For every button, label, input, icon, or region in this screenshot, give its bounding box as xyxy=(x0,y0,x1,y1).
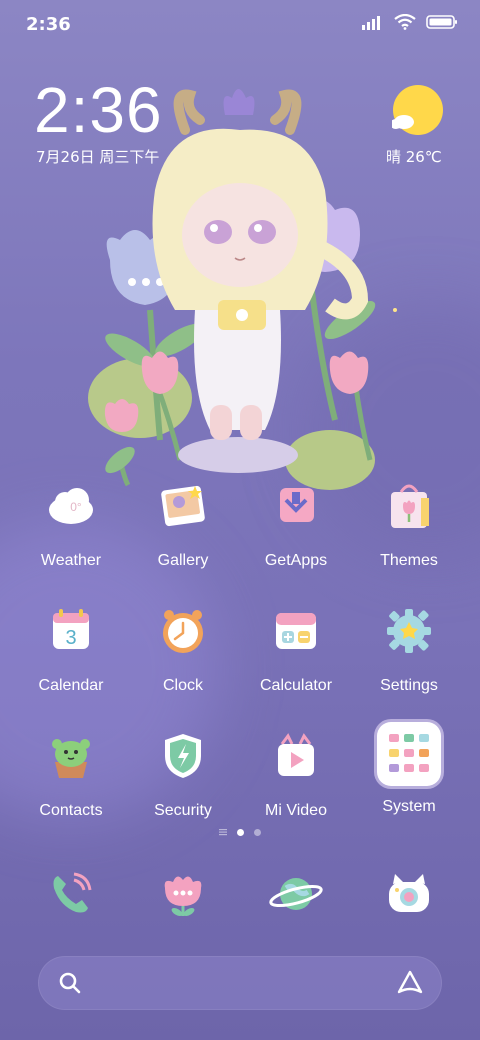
search-icon xyxy=(59,972,81,994)
calculator-icon xyxy=(268,603,324,659)
calendar-icon: 3 xyxy=(43,603,99,659)
wallpaper-figure xyxy=(88,89,397,490)
calendar-icon-text: 3 xyxy=(65,627,76,649)
assistant-icon[interactable] xyxy=(396,969,424,997)
wifi-icon xyxy=(394,14,416,30)
app-weather[interactable]: 0° Weather xyxy=(15,478,127,570)
app-gallery[interactable]: Gallery xyxy=(127,478,239,570)
clock-icon xyxy=(155,603,211,659)
app-label: Calendar xyxy=(38,677,104,694)
status-time: 2:36 xyxy=(26,14,71,35)
gallery-icon xyxy=(155,478,211,534)
browser-icon[interactable] xyxy=(264,862,328,926)
battery-icon xyxy=(426,15,457,29)
app-themes[interactable]: Themes xyxy=(353,478,465,570)
contacts-icon xyxy=(43,728,99,784)
getapps-icon xyxy=(268,478,324,534)
app-calendar[interactable]: 3 Calendar xyxy=(15,603,127,695)
app-label: System xyxy=(382,798,436,815)
app-settings[interactable]: Settings xyxy=(353,603,465,695)
status-icons xyxy=(362,14,458,30)
app-label: Security xyxy=(154,802,212,819)
app-label: Clock xyxy=(162,677,203,694)
home-screen: 2:36 2:36 7月26日 周三下午 晴 26℃ 0° Weather Ga… xyxy=(0,0,480,1040)
app-label: Mi Video xyxy=(265,802,327,819)
page-dot-active xyxy=(237,828,244,836)
app-label: Settings xyxy=(380,677,438,694)
themes-icon xyxy=(381,478,437,534)
app-label: Gallery xyxy=(157,552,209,569)
app-contacts[interactable]: Contacts xyxy=(15,728,127,820)
camera-icon[interactable] xyxy=(377,862,441,926)
app-mivideo[interactable]: Mi Video xyxy=(240,728,352,820)
app-label: Contacts xyxy=(39,802,103,819)
list-icon xyxy=(219,829,227,836)
folder-icon xyxy=(377,722,441,786)
app-label: GetApps xyxy=(264,552,328,569)
app-calculator[interactable]: Calculator xyxy=(240,603,352,695)
mivideo-icon xyxy=(268,728,324,784)
app-getapps[interactable]: GetApps xyxy=(240,478,352,570)
search-bar[interactable] xyxy=(38,956,442,1010)
messages-icon[interactable] xyxy=(151,862,215,926)
phone-icon[interactable] xyxy=(38,862,102,926)
app-label: Calculator xyxy=(259,677,333,694)
weather-icon-text: 0° xyxy=(70,500,82,514)
page-dot xyxy=(254,828,261,836)
settings-icon xyxy=(381,603,437,659)
app-label: Weather xyxy=(40,552,102,569)
page-indicator[interactable] xyxy=(0,828,480,836)
app-security[interactable]: Security xyxy=(127,728,239,820)
app-label: Themes xyxy=(380,552,438,569)
status-bar: 2:36 xyxy=(0,0,480,52)
signal-icon xyxy=(362,16,380,30)
app-clock[interactable]: Clock xyxy=(127,603,239,695)
app-system-folder[interactable]: System xyxy=(353,722,465,816)
security-icon xyxy=(155,728,211,784)
weather-icon: 0° xyxy=(43,478,99,534)
